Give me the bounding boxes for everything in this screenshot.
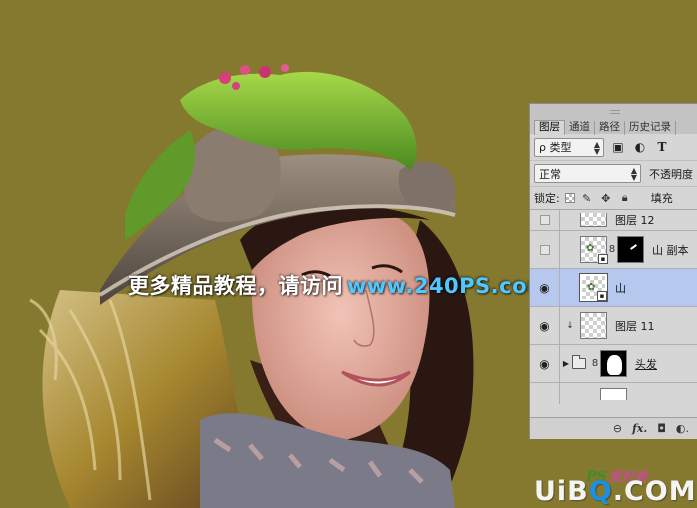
link-icon[interactable]: ⊖: [613, 422, 622, 435]
layers-panel: 图层 通道 路径 历史记录 ρ 类型 ▲ ▼ ▣ ◐ T 正常 ▲ ▼ 不透明度 锁定: …: [529, 103, 697, 439]
flower: [240, 65, 250, 75]
filter-row: ρ 类型 ▲ ▼ ▣ ◐ T: [530, 134, 697, 160]
layer-name: 山 副本: [652, 243, 689, 257]
layers-list: 图层 12 ✿ ▪ 8 山 副本 ◉ ✿ ▪ 山 ◉ ↓ 图层 11 ◉ ▶ 8…: [530, 210, 697, 404]
eye-icon: ◉: [539, 318, 550, 333]
updown-arrow-icon: ▲ ▼: [630, 166, 637, 182]
mountain-icon: ✿: [587, 282, 596, 293]
flower: [219, 72, 231, 84]
fill-label: 填充: [650, 192, 673, 205]
tab-history[interactable]: 历史记录: [625, 121, 676, 135]
panel-tabs: 图层 通道 路径 历史记录: [530, 104, 697, 135]
adjustment-layer-icon[interactable]: ◐.: [676, 422, 689, 435]
lock-move-icon[interactable]: ✥: [599, 191, 613, 205]
flower: [259, 66, 271, 78]
filter-type-label: ρ 类型: [539, 141, 572, 154]
layer-name: 头发: [635, 357, 657, 371]
lock-label: 锁定:: [534, 192, 560, 205]
visibility-toggle[interactable]: ◉: [530, 307, 560, 344]
smart-object-icon: ▪: [597, 291, 607, 301]
visibility-toggle[interactable]: [530, 210, 560, 230]
filter-type-select[interactable]: ρ 类型 ▲ ▼: [534, 137, 604, 157]
uibq-logo: UiBQ.COM: [534, 476, 697, 507]
tab-paths[interactable]: 路径: [595, 121, 625, 135]
uibq-logo-q: Q: [588, 476, 613, 507]
layer-thumbnail: ✿ ▪: [580, 236, 608, 264]
layer-row-selected[interactable]: ◉ ✿ ▪ 山: [530, 269, 697, 307]
type-icon[interactable]: T: [654, 139, 670, 155]
smart-object-icon: ▪: [598, 254, 608, 264]
visibility-toggle[interactable]: [530, 231, 560, 268]
clipping-arrow-icon: ↓: [566, 320, 574, 331]
expand-triangle-icon[interactable]: ▶: [560, 359, 572, 368]
lock-transparency-icon[interactable]: [564, 193, 575, 203]
uibq-logo-b: .COM: [612, 476, 697, 507]
layer-thumbnail: ✿ ▪: [579, 273, 608, 302]
flower: [232, 82, 240, 90]
image-icon[interactable]: ▣: [610, 139, 626, 155]
layer-thumbnail: [580, 312, 607, 339]
eye-icon: ◉: [539, 280, 550, 295]
tab-layers[interactable]: 图层: [534, 120, 565, 135]
lock-paint-brush-icon[interactable]: ✎: [580, 191, 594, 205]
eye-icon: ◉: [539, 356, 550, 371]
layer-name: 图层 12: [615, 214, 655, 227]
layer-mask-thumbnail[interactable]: [600, 350, 627, 377]
mask-icon[interactable]: ◘: [657, 422, 666, 435]
layer-name: 图层 11: [615, 319, 655, 333]
visibility-toggle[interactable]: ◉: [530, 345, 560, 382]
layer-row[interactable]: ✿ ▪ 8 山 副本: [530, 231, 697, 269]
watermark-cn: 更多精品教程，请访问: [128, 274, 343, 298]
adjustment-icon[interactable]: ◐: [632, 139, 648, 155]
layer-row[interactable]: ◉ ↓ 图层 11: [530, 307, 697, 345]
folder-icon: [572, 355, 586, 369]
blend-row: 正常 ▲ ▼ 不透明度: [530, 160, 697, 186]
opacity-label: 不透明度: [649, 167, 693, 181]
layer-thumbnail: [600, 387, 627, 400]
visibility-toggle[interactable]: [530, 383, 560, 404]
visibility-toggle[interactable]: ◉: [530, 269, 560, 306]
layer-group-row[interactable]: ◉ ▶ 8 头发: [530, 345, 697, 383]
lock-all-icon[interactable]: 🔒︎: [618, 191, 632, 205]
layer-mask-thumbnail[interactable]: [617, 236, 644, 263]
fx-icon[interactable]: fx.: [632, 422, 647, 435]
layer-row[interactable]: [530, 383, 697, 404]
blend-mode-select[interactable]: 正常 ▲ ▼: [534, 164, 641, 183]
layer-row[interactable]: 图层 12: [530, 210, 697, 231]
mountain-icon: ✿: [586, 243, 595, 254]
layers-bottom-toolbar: ⊖ fx. ◘ ◐.: [530, 417, 697, 439]
link-chain-icon[interactable]: 8: [607, 244, 617, 255]
layer-thumbnail: [580, 213, 607, 227]
layer-name: 山: [615, 281, 626, 295]
lock-row: 锁定: ✎ ✥ 🔒︎ 填充: [530, 186, 697, 210]
updown-arrow-icon: ▲ ▼: [593, 139, 600, 156]
blend-mode-value: 正常: [539, 167, 561, 181]
flower: [281, 64, 289, 72]
watermark-text: 更多精品教程，请访问 www.240PS.com: [128, 270, 549, 300]
hidden-box-icon: [539, 215, 550, 225]
hidden-box-icon: [539, 244, 550, 255]
tab-channels[interactable]: 通道: [565, 121, 595, 135]
watermark-url: www.240PS.com: [347, 274, 550, 298]
panel-grip[interactable]: [610, 110, 620, 114]
link-chain-icon[interactable]: 8: [590, 358, 600, 369]
uibq-logo-a: UiB: [534, 476, 589, 507]
